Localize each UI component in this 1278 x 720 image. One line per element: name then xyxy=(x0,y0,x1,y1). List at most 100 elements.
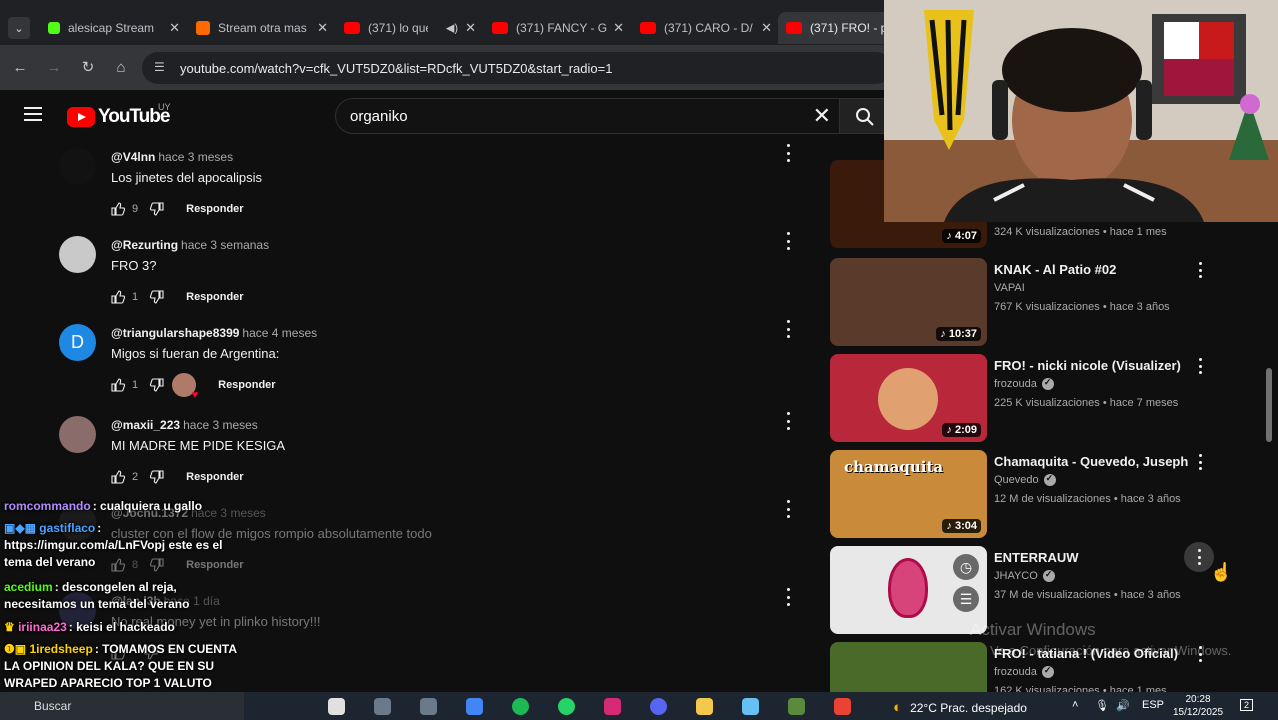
close-tab-icon[interactable]: ✕ xyxy=(465,20,476,36)
browser-tab-active[interactable]: (371) FRO! - pli xyxy=(778,12,898,44)
menu-icon[interactable] xyxy=(24,107,42,121)
video-thumbnail[interactable]: ♪ 2:09 xyxy=(830,354,987,442)
taskbar-clock[interactable]: 20:28 15/12/2025 xyxy=(1172,693,1224,719)
avatar[interactable] xyxy=(59,416,96,453)
page-scrollbar[interactable] xyxy=(1266,368,1272,442)
video-thumbnail[interactable]: ◷ ☰ xyxy=(830,546,987,634)
volume-icon[interactable]: 🔊 xyxy=(1116,699,1130,712)
browser-tab[interactable]: (371) CARO - D/ ✕ xyxy=(632,14,780,42)
forward-icon[interactable]: → xyxy=(43,57,65,79)
comment-author[interactable]: @maxii_223 hace 3 meses xyxy=(111,418,258,432)
browser-tab[interactable]: Stream otra mas ✕ xyxy=(188,14,336,42)
back-icon[interactable]: ← xyxy=(9,57,31,79)
video-duration: ♪ 2:09 xyxy=(942,423,981,437)
search-input[interactable]: organiko ✕ xyxy=(335,98,840,134)
avatar[interactable] xyxy=(59,236,96,273)
like-icon[interactable] xyxy=(111,470,125,484)
home-icon[interactable]: ⌂ xyxy=(110,57,132,79)
taskbar-search[interactable]: Buscar xyxy=(0,692,244,720)
youtube-logo[interactable]: YouTube xyxy=(67,106,170,128)
close-tab-icon[interactable]: ✕ xyxy=(613,20,624,36)
steam-icon[interactable] xyxy=(742,698,759,715)
microphone-icon[interactable]: 🎙 xyxy=(1095,699,1109,712)
browser-tab[interactable]: (371) lo que ◀) ✕ xyxy=(336,14,484,42)
like-icon[interactable] xyxy=(111,202,125,216)
video-title[interactable]: Chamaquita - Quevedo, Juseph xyxy=(994,454,1188,469)
spotify-icon[interactable] xyxy=(512,698,529,715)
comment-more-icon[interactable] xyxy=(784,588,792,606)
video-more-icon[interactable] xyxy=(1196,262,1204,278)
video-duration: ♪ 10:37 xyxy=(936,327,981,341)
recommended-video[interactable]: ♪ 10:37 KNAK - Al Patio #02 VAPAI 767 K … xyxy=(830,258,1250,348)
app-icon[interactable] xyxy=(420,698,437,715)
channel-name[interactable]: frozouda xyxy=(994,665,1054,678)
tab-search-button[interactable]: ⌄ xyxy=(8,17,30,39)
video-thumbnail[interactable]: ♪ 10:37 xyxy=(830,258,987,346)
video-more-icon[interactable] xyxy=(1196,454,1204,470)
comment-author[interactable]: @V4lnn hace 3 meses xyxy=(111,150,233,164)
reply-button[interactable]: Responder xyxy=(186,203,243,215)
chrome-icon[interactable] xyxy=(466,698,483,715)
minecraft-icon[interactable] xyxy=(788,698,805,715)
comment-more-icon[interactable] xyxy=(784,500,792,518)
close-tab-icon[interactable]: ✕ xyxy=(169,20,180,36)
channel-name[interactable]: Quevedo xyxy=(994,473,1056,486)
avatar[interactable]: D xyxy=(59,324,96,361)
verified-icon xyxy=(1041,665,1054,678)
video-title[interactable]: KNAK - Al Patio #02 xyxy=(994,262,1116,277)
browser-tab[interactable]: (371) FANCY - G ✕ xyxy=(484,14,632,42)
dislike-icon[interactable] xyxy=(150,290,164,304)
video-title[interactable]: FRO! - nicki nicole (Visualizer) xyxy=(994,358,1181,373)
reply-button[interactable]: Responder xyxy=(186,291,243,303)
recommended-video[interactable]: ♪ 2:09 FRO! - nicki nicole (Visualizer) … xyxy=(830,354,1250,444)
weather-icon: ◐ xyxy=(893,699,903,716)
browser-tab[interactable]: alesicap Stream ✕ xyxy=(40,14,188,42)
chrome-active-icon[interactable] xyxy=(834,698,851,715)
weather-widget[interactable]: ◐ 22°C Prac. despejado xyxy=(893,699,1027,716)
comment-author[interactable]: @triangularshape8399 hace 4 meses xyxy=(111,326,317,340)
speaker-icon[interactable]: ◀) xyxy=(446,22,458,35)
close-tab-icon[interactable]: ✕ xyxy=(317,20,328,36)
comment-actions: 1 Responder xyxy=(111,373,276,401)
search-button[interactable] xyxy=(840,98,890,134)
app-icon[interactable] xyxy=(374,698,391,715)
address-bar[interactable]: ☰ youtube.com/watch?v=cfk_VUT5DZ0&list=R… xyxy=(142,52,892,84)
notifications-icon[interactable]: 2 xyxy=(1240,699,1254,711)
crown-icon: ♛ xyxy=(4,620,19,634)
channel-name[interactable]: JHAYCO xyxy=(994,569,1055,582)
comment-more-icon[interactable] xyxy=(784,232,792,250)
clear-search-icon[interactable]: ✕ xyxy=(813,103,831,129)
watch-later-icon[interactable]: ◷ xyxy=(953,554,979,580)
video-title[interactable]: ENTERRAUW xyxy=(994,550,1079,565)
like-icon[interactable] xyxy=(111,378,125,392)
instagram-icon[interactable] xyxy=(604,698,621,715)
explorer-icon[interactable] xyxy=(696,698,713,715)
channel-name[interactable]: frozouda xyxy=(994,377,1054,390)
reload-icon[interactable]: ↻ xyxy=(77,57,99,79)
show-hidden-icons-icon[interactable]: ˄ xyxy=(1072,699,1078,711)
reply-button[interactable]: Responder xyxy=(186,471,243,483)
avatar[interactable] xyxy=(59,148,96,185)
discord-icon[interactable] xyxy=(650,698,667,715)
add-to-queue-icon[interactable]: ☰ xyxy=(953,586,979,612)
language-indicator[interactable]: ESP xyxy=(1142,699,1164,711)
reply-button[interactable]: Responder xyxy=(218,379,275,391)
video-more-icon[interactable] xyxy=(1196,358,1204,374)
comment-more-icon[interactable] xyxy=(784,412,792,430)
recommended-video[interactable]: chamaquita ♪ 3:04 Chamaquita - Quevedo, J… xyxy=(830,450,1250,540)
like-count: 2 xyxy=(132,471,139,483)
site-info-icon[interactable]: ☰ xyxy=(154,60,165,74)
comment-author[interactable]: @Rezurting hace 3 semanas xyxy=(111,238,269,252)
whatsapp-icon[interactable] xyxy=(558,698,575,715)
close-tab-icon[interactable]: ✕ xyxy=(761,20,772,36)
dislike-icon[interactable] xyxy=(150,202,164,216)
channel-name[interactable]: VAPAI xyxy=(994,282,1025,294)
dislike-icon[interactable] xyxy=(150,378,164,392)
comment-more-icon[interactable] xyxy=(784,320,792,338)
verified-icon xyxy=(1041,377,1054,390)
like-icon[interactable] xyxy=(111,290,125,304)
video-thumbnail[interactable]: chamaquita ♪ 3:04 xyxy=(830,450,987,538)
comment-more-icon[interactable] xyxy=(784,144,792,162)
task-view-icon[interactable] xyxy=(328,698,345,715)
dislike-icon[interactable] xyxy=(150,470,164,484)
